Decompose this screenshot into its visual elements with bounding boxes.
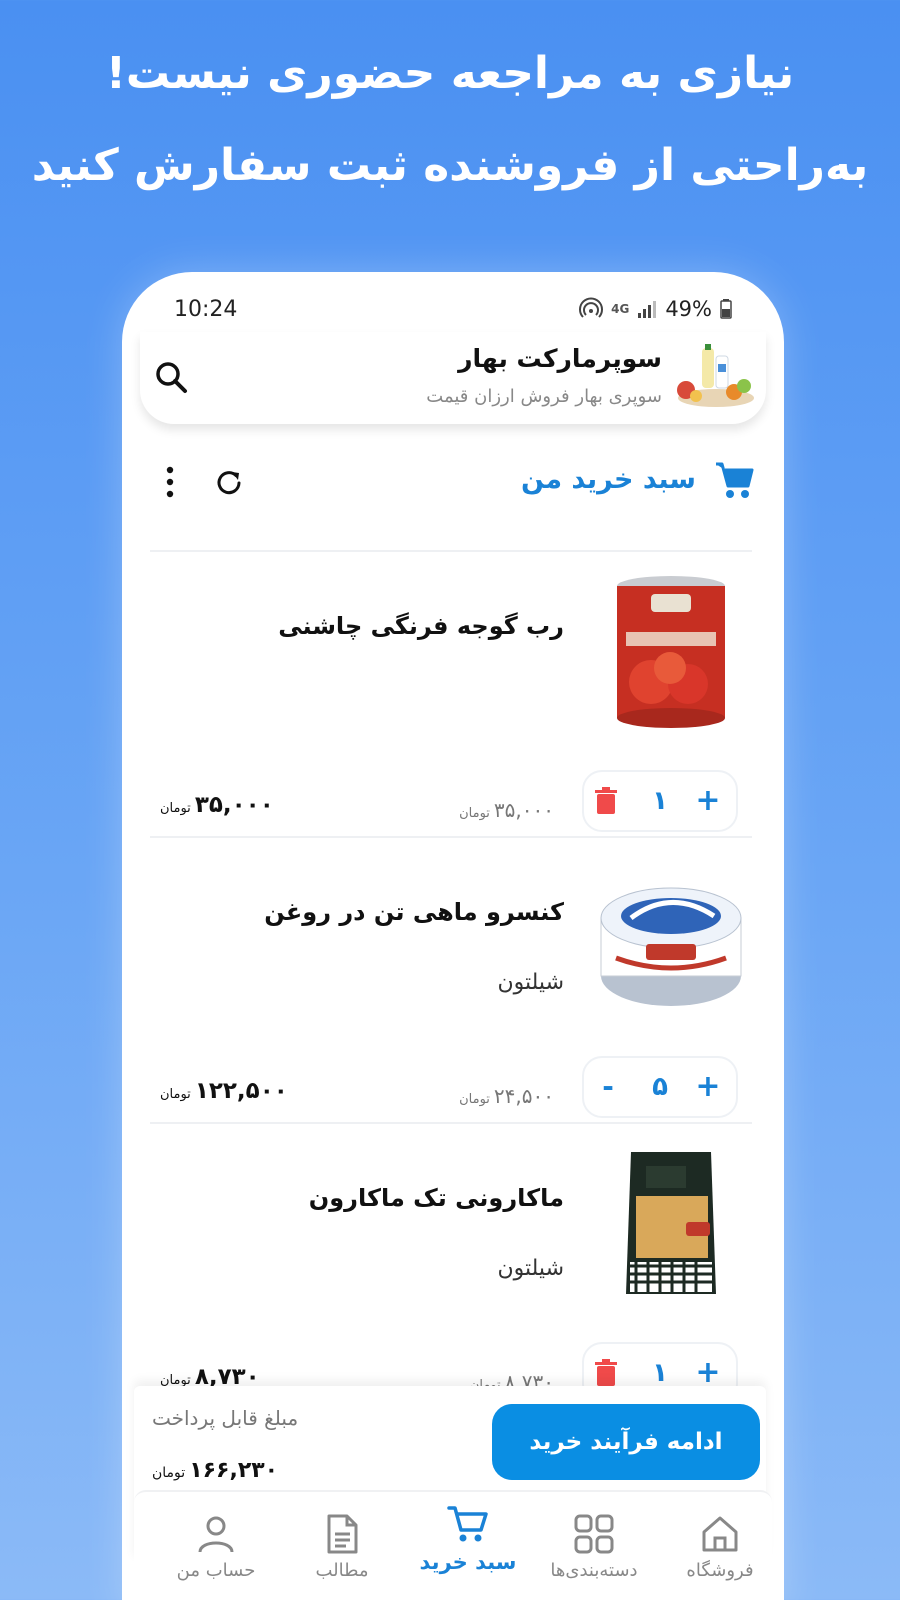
item-total: ۱۲۲,۵۰۰تومان [160, 1078, 288, 1104]
item-name: رب گوجه فرنگی چاشنی [278, 612, 564, 640]
nav-item-categories[interactable]: دسته‌بندی‌ها [534, 1502, 654, 1600]
store-name: سوپرمارکت بهار [458, 344, 662, 373]
quantity-value: ۱ [652, 1358, 668, 1388]
cart-item: رب گوجه فرنگی چاشنی + ۱ ۳۵,۰۰۰تومان ۳۵,۰… [150, 572, 752, 858]
item-total: ۳۵,۰۰۰تومان [160, 792, 274, 818]
hotspot-icon [579, 297, 604, 318]
trash-icon[interactable] [592, 786, 620, 816]
store-tagline: سوپری بهار فروش ارزان قیمت [426, 386, 662, 407]
nav-label-categories: دسته‌بندی‌ها [550, 1560, 638, 1581]
nav-item-cart[interactable]: سبد خرید [408, 1502, 528, 1600]
tuna-can-image [600, 887, 742, 1006]
store-header: سوپرمارکت بهار سوپری بهار فروش ارزان قیم… [140, 332, 766, 424]
increase-button[interactable]: + [694, 1356, 722, 1390]
home-icon [702, 1516, 738, 1552]
continue-checkout-button[interactable]: ادامه فرآیند خرید [492, 1404, 760, 1480]
nav-label-store: فروشگاه [686, 1560, 754, 1581]
divider [150, 836, 752, 838]
user-icon [198, 1516, 234, 1553]
nav-label-cart: سبد خرید [419, 1550, 517, 1574]
status-bar: 10:24 4G 49% [174, 292, 732, 326]
promo-headline-line1: نیازی به مراجعه حضوری نیست! [105, 48, 795, 99]
quantity-value: ۱ [652, 786, 668, 816]
tomato-paste-can-image [617, 576, 725, 728]
cart-header: سبد خرید من [150, 458, 756, 510]
search-icon[interactable] [152, 358, 192, 398]
payable-label: مبلغ قابل پرداخت [152, 1406, 299, 1430]
unit-price: ۳۵,۰۰۰تومان [459, 798, 554, 822]
quantity-stepper: + ۱ [582, 770, 738, 832]
trash-icon[interactable] [592, 1358, 620, 1388]
cart-item: کنسرو ماهی تن در روغن شیلتون + ۵ - ۲۴,۵۰… [150, 858, 752, 1144]
quantity-stepper: + ۵ - [582, 1056, 738, 1118]
battery-level: 49% [665, 297, 712, 321]
status-time: 10:24 [174, 296, 238, 322]
decrease-button[interactable]: - [594, 1070, 622, 1104]
bottom-navigation: فروشگاه دسته‌بندی‌ها سبد خرید [134, 1490, 772, 1600]
payable-total: ۱۶۶,۲۳۰تومان [152, 1458, 279, 1483]
item-name: ماکارونی تک ماکارون [308, 1184, 564, 1212]
signal-icon [638, 301, 657, 318]
document-icon [327, 1514, 358, 1554]
cart-icon [447, 1506, 488, 1542]
more-options-icon[interactable] [158, 464, 182, 500]
network-type: 4G [611, 302, 630, 316]
divider [150, 550, 752, 552]
increase-button[interactable]: + [694, 784, 722, 818]
nav-label-account: حساب من [176, 1560, 256, 1581]
store-logo [677, 344, 754, 407]
nav-item-articles[interactable]: مطالب [282, 1502, 402, 1600]
refresh-icon[interactable] [212, 466, 246, 500]
grid-icon [574, 1514, 614, 1554]
phone-screen: 10:24 4G 49% سوپرمارکت بهار سوپری بهار ف… [122, 272, 784, 1600]
quantity-value: ۵ [652, 1072, 668, 1102]
nav-item-store[interactable]: فروشگاه [660, 1502, 780, 1600]
divider [150, 1122, 752, 1124]
item-brand: شیلتون [497, 1256, 564, 1281]
battery-icon [720, 299, 732, 319]
macaroni-pack-image [626, 1152, 716, 1294]
nav-item-account[interactable]: حساب من [156, 1502, 276, 1600]
cart-icon [716, 462, 754, 498]
item-brand: شیلتون [497, 970, 564, 995]
item-name: کنسرو ماهی تن در روغن [264, 898, 564, 926]
cart-title: سبد خرید من [521, 464, 696, 495]
increase-button[interactable]: + [694, 1070, 722, 1104]
unit-price: ۲۴,۵۰۰تومان [459, 1084, 554, 1108]
promo-headline-line2: به‌راحتی از فروشنده ثبت سفارش کنید [31, 140, 869, 191]
nav-label-articles: مطالب [315, 1560, 369, 1581]
